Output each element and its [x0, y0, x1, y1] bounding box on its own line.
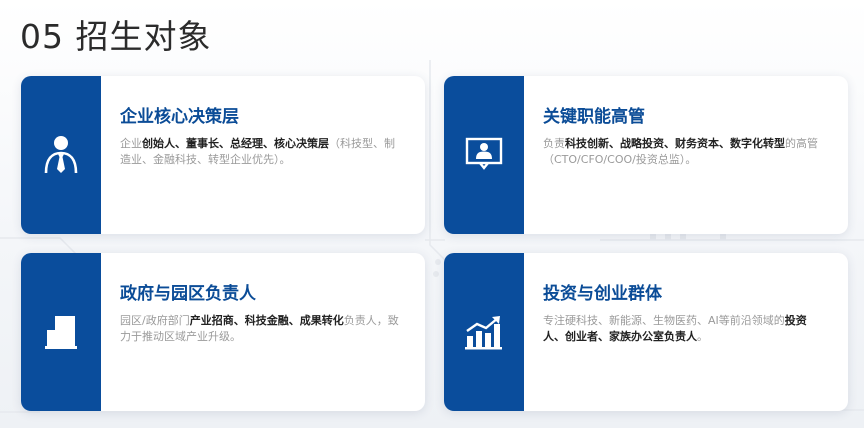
building-icon	[45, 316, 77, 349]
card-icon-panel	[21, 76, 101, 234]
page-title: 05 招生对象	[20, 17, 212, 56]
growth-chart-icon	[465, 316, 502, 350]
card-description: 专注硬科技、新能源、生物医药、AI等前沿领域的投资人、创业者、家族办公室负责人。	[543, 314, 807, 343]
card-icon-panel	[444, 253, 524, 411]
presentation-board-icon	[465, 137, 503, 170]
card-icon-panel	[444, 76, 524, 234]
card-description: 园区/政府部门产业招商、科技金融、成果转化负责人，致力于推动区域产业升级。	[120, 314, 399, 343]
card-heading: 投资与创业群体	[543, 284, 662, 304]
card-government-park-leaders: 政府与园区负责人 园区/政府部门产业招商、科技金融、成果转化负责人，致力于推动区…	[21, 253, 425, 411]
card-description: 负责科技创新、战略投资、财务资本、数字化转型的高管（CTO/CFO/COO/投资…	[543, 137, 818, 166]
person-tie-icon	[44, 136, 78, 174]
card-enterprise-decision-makers: 企业核心决策层 企业创始人、董事长、总经理、核心决策层（科技型、制造业、金融科技…	[21, 76, 425, 234]
card-icon-panel	[21, 253, 101, 411]
card-heading: 政府与园区负责人	[120, 284, 256, 304]
card-heading: 企业核心决策层	[120, 107, 239, 127]
card-description: 企业创始人、董事长、总经理、核心决策层（科技型、制造业、金融科技、转型企业优先）…	[120, 137, 395, 166]
card-key-executives: 关键职能高管 负责科技创新、战略投资、财务资本、数字化转型的高管（CTO/CFO…	[444, 76, 848, 234]
card-heading: 关键职能高管	[543, 107, 645, 127]
card-investors-entrepreneurs: 投资与创业群体 专注硬科技、新能源、生物医药、AI等前沿领域的投资人、创业者、家…	[444, 253, 848, 411]
